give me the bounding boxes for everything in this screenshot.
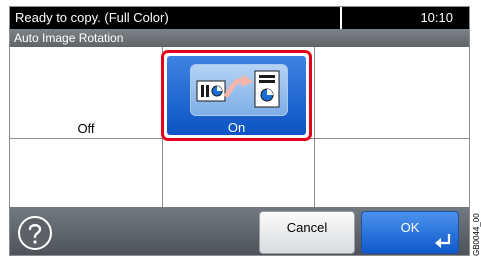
status-message: Ready to copy. (Full Color) (15, 10, 169, 25)
cancel-button[interactable]: Cancel (259, 211, 355, 254)
option-grid: Off On (10, 47, 469, 207)
footer-bar: Cancel OK (10, 207, 469, 255)
option-on-fill: On (167, 56, 306, 135)
copy-panel: Ready to copy. (Full Color) 10:10 Auto I… (9, 6, 470, 256)
auto-rotation-icon (190, 64, 288, 116)
cancel-label: Cancel (286, 220, 328, 235)
page-title: Auto Image Rotation (14, 31, 124, 45)
option-on-label: On (227, 120, 246, 135)
enter-arrow-icon (435, 234, 451, 248)
status-separator (340, 7, 342, 29)
status-bar: Ready to copy. (Full Color) 10:10 (10, 7, 469, 29)
option-on-button[interactable]: On (161, 50, 312, 141)
status-time: 10:10 (420, 10, 453, 25)
figure-code: GB0044_00 (472, 213, 481, 256)
help-button[interactable] (18, 216, 52, 250)
option-off-button[interactable]: Off (10, 121, 162, 136)
question-mark-icon (28, 224, 42, 244)
grid-divider (314, 47, 315, 207)
header-bar: Auto Image Rotation (10, 29, 469, 47)
ok-button[interactable]: OK (361, 211, 459, 254)
